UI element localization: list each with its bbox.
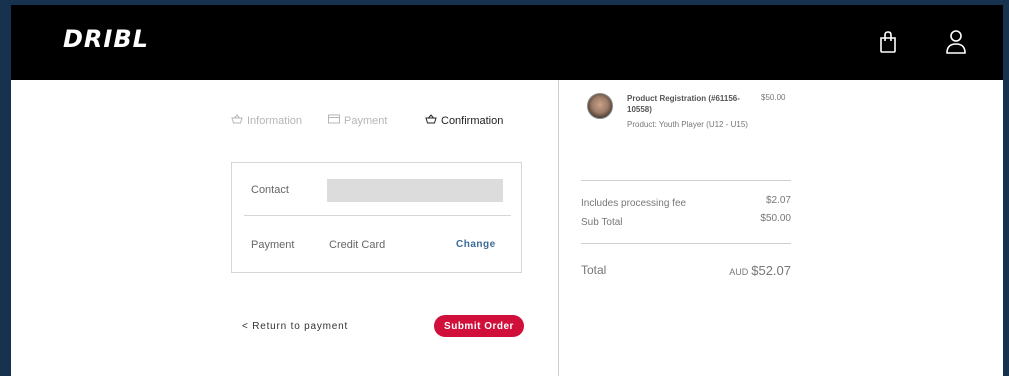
payment-label: Payment [251, 239, 295, 251]
card-divider [244, 215, 511, 216]
return-to-payment-link[interactable]: < Return to payment [242, 321, 348, 332]
product-title: Product Registration (#61156-10558) [627, 94, 740, 114]
checkout-page: DRIBL Information Payment Confirmation C… [11, 5, 1003, 376]
summary-divider [581, 180, 791, 181]
user-icon[interactable] [941, 25, 971, 59]
shopping-bag-icon[interactable] [873, 25, 903, 59]
fee-value: $2.07 [765, 195, 791, 206]
product-price: $50.00 [761, 93, 786, 102]
total-currency: AUD [729, 267, 749, 277]
total-label: Total [581, 263, 607, 277]
step-label: Information [247, 114, 303, 127]
contact-value-redacted [327, 179, 503, 202]
step-label: Confirmation [441, 114, 504, 127]
total-amount: $52.07 [751, 263, 791, 278]
submit-order-button[interactable]: Submit Order [434, 315, 524, 337]
summary-divider [581, 243, 791, 244]
change-payment-link[interactable]: Change [456, 239, 496, 250]
product-avatar [587, 93, 613, 119]
brand-logo[interactable]: DRIBL [63, 25, 149, 53]
payment-method-value: Credit Card [329, 239, 386, 251]
column-divider [558, 80, 559, 376]
fee-label: Includes processing fee [581, 198, 687, 209]
total-value: AUD $52.07 [729, 262, 791, 280]
contact-label: Contact [251, 184, 289, 196]
review-card: Contact Payment Credit Card Change [231, 162, 522, 273]
step-confirmation[interactable]: Confirmation [425, 114, 503, 127]
basket-icon [231, 114, 243, 127]
checkout-steps: Information Payment Confirmation [231, 114, 523, 132]
product-subtitle: Product: Youth Player (U12 - U15) [627, 120, 748, 129]
basket-icon [425, 114, 437, 127]
step-payment[interactable]: Payment [328, 114, 387, 127]
credit-card-icon [328, 114, 340, 127]
subtotal-label: Sub Total [581, 217, 623, 228]
step-information[interactable]: Information [231, 114, 302, 127]
step-label: Payment [344, 114, 388, 127]
subtotal-value: $50.00 [760, 213, 791, 224]
top-bar: DRIBL [11, 5, 1003, 80]
